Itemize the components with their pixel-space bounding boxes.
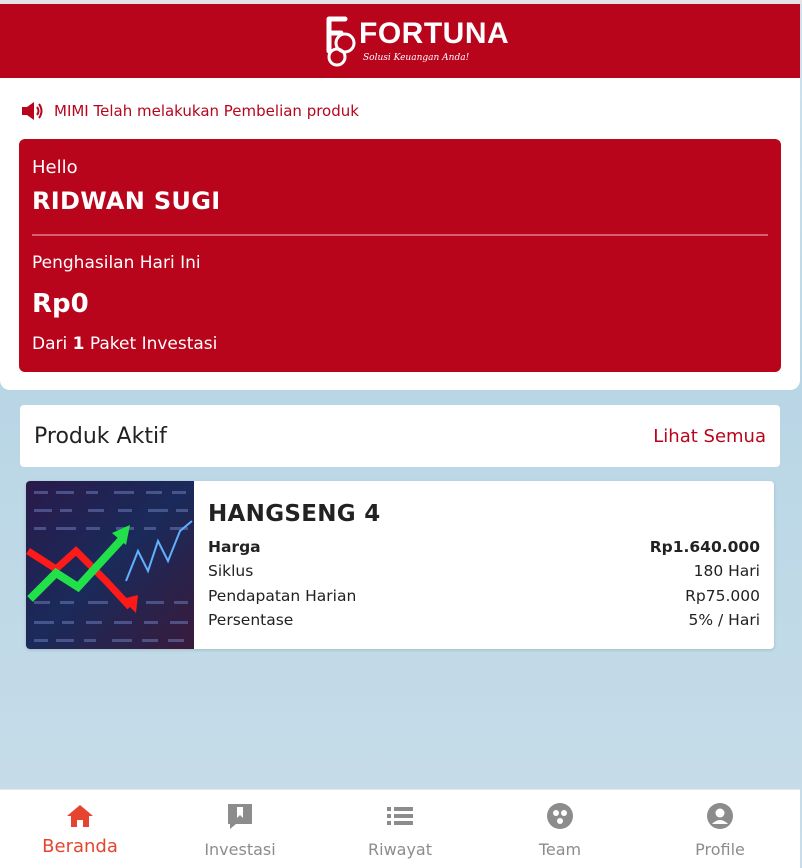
active-products-title: Produk Aktif <box>34 423 167 449</box>
percentage-label: Persentase <box>208 611 294 629</box>
nav-label-riwayat: Riwayat <box>368 840 432 859</box>
cycle-label: Siklus <box>208 562 254 580</box>
app-header: FORTUNA Solusi Keuangan Anda! <box>0 4 800 78</box>
package-summary: Dari 1 Paket Investasi <box>32 334 217 354</box>
earnings-label: Penghasilan Hari Ini <box>32 253 201 273</box>
bookmark-icon <box>225 802 255 830</box>
product-card[interactable]: HANGSENG 4 Harga Rp1.640.000 Siklus 180 … <box>26 481 774 649</box>
product-name: HANGSENG 4 <box>208 501 381 527</box>
nav-item-profile[interactable]: Profile <box>640 790 800 868</box>
profile-icon <box>705 802 735 830</box>
nav-item-riwayat[interactable]: Riwayat <box>320 790 480 868</box>
logo-wordmark: FORTUNA <box>359 17 510 50</box>
greeting-card: Hello RIDWAN SUGI Penghasilan Hari Ini R… <box>19 139 781 372</box>
announcement-bar: MIMI Telah melakukan Pembelian produk <box>20 100 359 122</box>
earnings-value: Rp0 <box>32 289 89 319</box>
product-row-daily-income: Pendapatan Harian Rp75.000 <box>208 587 760 605</box>
price-label: Harga <box>208 538 261 556</box>
nav-item-beranda[interactable]: Beranda <box>0 790 160 868</box>
greeting-hello: Hello <box>32 157 78 178</box>
cycle-value: 180 Hari <box>693 562 760 580</box>
percentage-value: 5% / Hari <box>688 611 761 629</box>
bottom-navigation: Beranda Investasi Riwayat Team Profile <box>0 789 800 868</box>
package-count: 1 <box>72 334 85 354</box>
see-all-link[interactable]: Lihat Semua <box>653 426 766 447</box>
logo-tagline: Solusi Keuangan Anda! <box>363 53 470 63</box>
nav-label-profile: Profile <box>695 840 745 859</box>
stock-chart-thumbnail <box>26 481 194 649</box>
nav-label-beranda: Beranda <box>42 836 118 857</box>
summary-card: MIMI Telah melakukan Pembelian produk He… <box>0 78 800 390</box>
daily-income-value: Rp75.000 <box>685 587 760 605</box>
nav-item-team[interactable]: Team <box>480 790 640 868</box>
user-name: RIDWAN SUGI <box>32 187 221 215</box>
logo-swirl-icon <box>326 16 356 67</box>
product-row-price: Harga Rp1.640.000 <box>208 538 760 556</box>
daily-income-label: Pendapatan Harian <box>208 587 357 605</box>
nav-item-investasi[interactable]: Investasi <box>160 790 320 868</box>
announcement-text: MIMI Telah melakukan Pembelian produk <box>54 102 359 120</box>
nav-label-team: Team <box>538 840 582 859</box>
nav-label-investasi: Investasi <box>204 840 276 859</box>
product-row-percentage: Persentase 5% / Hari <box>208 611 760 629</box>
active-products-header: Produk Aktif Lihat Semua <box>20 405 780 467</box>
greeting-divider <box>32 234 768 236</box>
team-icon <box>545 802 575 830</box>
product-row-cycle: Siklus 180 Hari <box>208 562 760 580</box>
price-value: Rp1.640.000 <box>649 538 760 556</box>
fortuna-logo[interactable]: FORTUNA Solusi Keuangan Anda! <box>315 11 509 71</box>
package-prefix: Dari <box>32 334 68 354</box>
megaphone-icon <box>22 102 43 120</box>
list-icon <box>385 802 415 830</box>
package-suffix: Paket Investasi <box>89 334 218 354</box>
home-icon <box>65 802 95 830</box>
